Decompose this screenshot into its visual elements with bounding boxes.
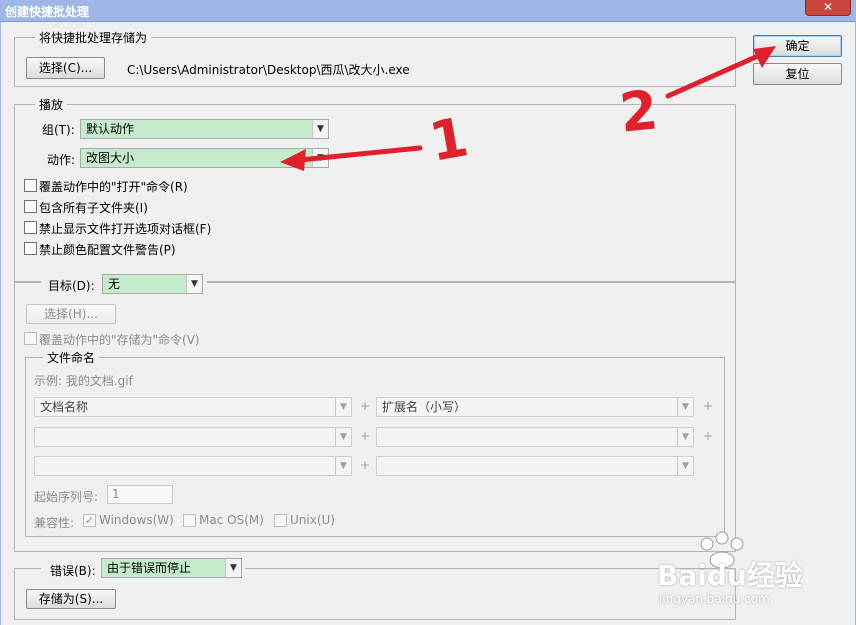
suppress-open-dialogs-option[interactable]: 禁止显示文件打开选项对话框(F) [24, 220, 324, 236]
plus-icon: + [703, 429, 714, 443]
suppress-open-dialogs-checkbox[interactable] [24, 221, 37, 234]
set-label: 组(T): [42, 123, 75, 137]
ok-button[interactable]: 确定 [753, 35, 842, 57]
window-title: 创建快捷批处理 [5, 5, 90, 19]
error-value: 由于错误而停止 [107, 561, 192, 575]
set-select[interactable]: 默认动作 ▼ [80, 119, 329, 139]
plus-icon: + [360, 429, 371, 443]
override-open-checkbox[interactable] [24, 179, 37, 192]
naming-field-1-value: 文档名称 [40, 400, 89, 414]
close-icon: ✕ [822, 0, 834, 14]
include-subfolders-option[interactable]: 包含所有子文件夹(I) [24, 199, 324, 215]
suppress-color-warnings-option[interactable]: 禁止颜色配置文件警告(P) [24, 241, 324, 257]
compat-mac-checkbox[interactable] [183, 514, 196, 527]
override-open-option[interactable]: 覆盖动作中的"打开"命令(R) [24, 178, 324, 194]
include-subfolders-checkbox[interactable] [24, 200, 37, 213]
plus-icon: + [360, 458, 371, 472]
naming-field-2-value: 扩展名（小写） [382, 400, 467, 414]
choose-destination-button[interactable]: 选择(H)... [26, 304, 116, 324]
compat-windows-checkbox[interactable]: ✓ [83, 514, 96, 527]
suppress-color-warnings-label: 禁止颜色配置文件警告(P) [39, 243, 176, 257]
reset-button[interactable]: 复位 [753, 63, 842, 85]
compat-unix-label: Unix(U) [290, 513, 335, 527]
chevron-down-icon: ▼ [677, 457, 693, 475]
play-legend: 播放 [35, 96, 68, 113]
action-label: 动作: [47, 153, 76, 167]
naming-field-5[interactable]: ▼ [34, 456, 352, 476]
compat-label: 兼容性: [34, 516, 75, 530]
set-value: 默认动作 [86, 122, 135, 136]
choose-shortcut-button[interactable]: 选择(C)... [26, 57, 105, 79]
baidu-watermark: Baidu经验 jingyan.baidu.com [655, 530, 845, 620]
naming-field-4[interactable]: ▼ [376, 427, 694, 447]
override-save-as-checkbox[interactable] [24, 332, 37, 345]
suppress-open-dialogs-label: 禁止显示文件打开选项对话框(F) [39, 222, 212, 236]
chevron-down-icon: ▼ [335, 428, 351, 446]
save-as-log-button[interactable]: 存储为(S)... [26, 589, 116, 609]
chevron-down-icon: ▼ [225, 559, 241, 577]
compat-windows-label: Windows(W) [99, 513, 174, 527]
plus-icon: + [703, 399, 714, 413]
compat-mac-option[interactable]: Mac OS(M) [183, 513, 268, 529]
compat-unix-checkbox[interactable] [274, 514, 287, 527]
title-bar: 创建快捷批处理 ✕ [0, 0, 856, 22]
action-value: 改图大小 [86, 151, 135, 165]
include-subfolders-label: 包含所有子文件夹(I) [39, 201, 148, 215]
naming-example: 示例: 我的文档.gif [34, 374, 133, 388]
watermark-url: jingyan.baidu.com [659, 592, 770, 606]
override-save-as-option[interactable]: 覆盖动作中的"存储为"命令(V) [24, 331, 324, 347]
close-button[interactable]: ✕ [805, 0, 851, 16]
chevron-down-icon: ▼ [186, 275, 202, 293]
error-select[interactable]: 由于错误而停止 ▼ [101, 558, 242, 578]
annotation-mark-2: 2 [616, 78, 661, 145]
compat-windows-option[interactable]: ✓ Windows(W) [83, 513, 178, 529]
compat-mac-label: Mac OS(M) [199, 513, 264, 527]
chevron-down-icon: ▼ [677, 398, 693, 416]
destination-select[interactable]: 无 ▼ [102, 274, 203, 294]
chevron-down-icon: ▼ [312, 120, 328, 138]
start-serial-value: 1 [112, 487, 120, 501]
destination-label: 目标(D): [48, 279, 95, 293]
naming-field-6[interactable]: ▼ [376, 456, 694, 476]
plus-icon: + [360, 399, 371, 413]
save-as-legend: 将快捷批处理存储为 [35, 29, 152, 46]
override-save-as-label: 覆盖动作中的"存储为"命令(V) [39, 333, 200, 347]
file-naming-legend: 文件命名 [43, 349, 100, 366]
error-label: 错误(B): [50, 564, 96, 578]
suppress-color-warnings-checkbox[interactable] [24, 242, 37, 255]
chevron-down-icon: ▼ [677, 428, 693, 446]
chevron-down-icon: ▼ [335, 398, 351, 416]
start-serial-input[interactable]: 1 [107, 485, 173, 504]
destination-value: 无 [108, 277, 121, 291]
start-serial-label: 起始序列号: [34, 490, 99, 504]
watermark-brand: Baidu经验 [657, 559, 803, 592]
naming-field-3[interactable]: ▼ [34, 427, 352, 447]
chevron-down-icon: ▼ [335, 457, 351, 475]
shortcut-path: C:\Users\Administrator\Desktop\西瓜\改大小.ex… [127, 63, 410, 77]
naming-field-1[interactable]: 文档名称 ▼ [34, 397, 352, 417]
compat-unix-option[interactable]: Unix(U) [274, 513, 344, 529]
naming-field-2[interactable]: 扩展名（小写） ▼ [376, 397, 694, 417]
action-select[interactable]: 改图大小 ▼ [80, 148, 329, 168]
override-open-label: 覆盖动作中的"打开"命令(R) [39, 180, 188, 194]
chevron-down-icon: ▼ [312, 149, 328, 167]
